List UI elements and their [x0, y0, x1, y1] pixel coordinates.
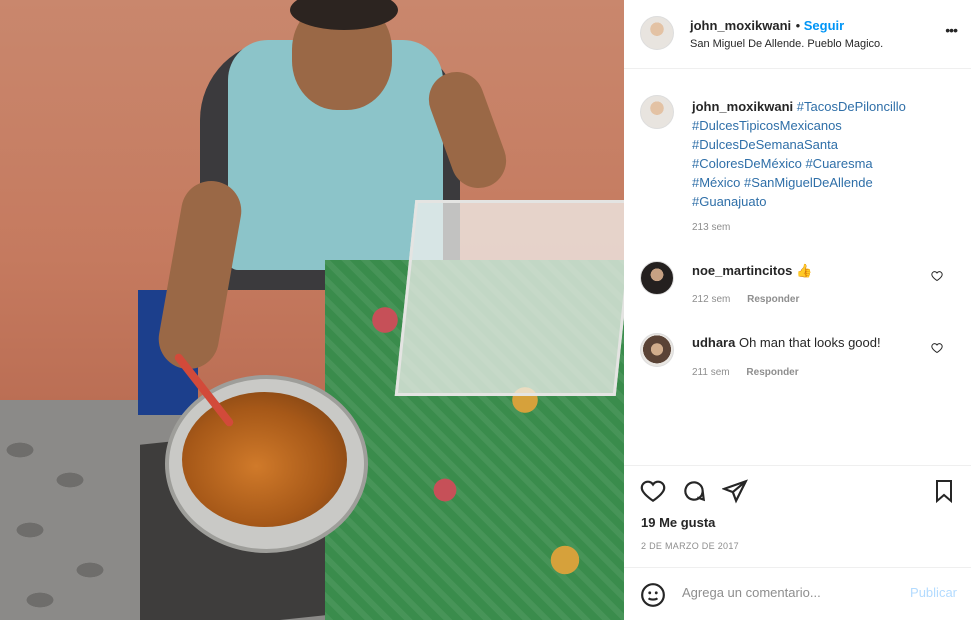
- caption-avatar[interactable]: [640, 95, 674, 129]
- hashtag[interactable]: #SanMiguelDeAllende: [744, 175, 873, 190]
- hashtag[interactable]: #DulcesDeSemanaSanta: [692, 137, 838, 152]
- hashtag[interactable]: #Cuaresma: [805, 156, 872, 171]
- post-side-panel: john_moxikwani • Seguir San Miguel De Al…: [624, 0, 971, 620]
- hashtag[interactable]: #TacosDePiloncillo: [797, 99, 906, 114]
- dot-separator: •: [795, 18, 804, 33]
- reply-button[interactable]: Responder: [747, 294, 799, 305]
- hashtag[interactable]: #DulcesTipicosMexicanos: [692, 118, 842, 133]
- commenter-username[interactable]: udhara: [692, 335, 735, 350]
- photo-plastic-box: [394, 200, 624, 396]
- bookmark-icon[interactable]: [932, 478, 956, 504]
- comment-meta: 211 sem Responder: [692, 367, 799, 378]
- heart-icon[interactable]: [640, 478, 666, 504]
- commenter-avatar[interactable]: [640, 261, 674, 295]
- emoji-icon[interactable]: [640, 582, 666, 608]
- author-line: john_moxikwani • Seguir: [690, 17, 844, 35]
- commenter-avatar[interactable]: [640, 333, 674, 367]
- add-comment-bar: Agrega un comentario... Publicar: [624, 567, 971, 621]
- reply-button[interactable]: Responder: [746, 367, 798, 378]
- publish-button[interactable]: Publicar: [910, 585, 957, 600]
- photo-syrup: [182, 392, 347, 527]
- more-options-icon[interactable]: •••: [945, 22, 958, 38]
- comment-like-heart-icon[interactable]: [931, 342, 943, 354]
- comment-text: Oh man that looks good!: [738, 335, 881, 350]
- caption-text: john_moxikwani #TacosDePiloncillo #Dulce…: [692, 97, 957, 211]
- caption-username[interactable]: john_moxikwani: [692, 99, 793, 114]
- comment-item: udhara Oh man that looks good!: [692, 335, 881, 350]
- likes-count[interactable]: 19 Me gusta: [641, 515, 715, 530]
- comment-input[interactable]: Agrega un comentario...: [682, 585, 821, 600]
- commenter-username[interactable]: noe_martincitos: [692, 263, 792, 278]
- hashtag[interactable]: #México: [692, 175, 740, 190]
- comment-item: noe_martincitos 👍: [692, 263, 812, 279]
- follow-button[interactable]: Seguir: [804, 18, 844, 33]
- comment-age[interactable]: 212 sem: [692, 294, 730, 305]
- comment-text: 👍: [796, 263, 813, 278]
- author-avatar[interactable]: [640, 16, 674, 50]
- caption-age[interactable]: 213 sem: [692, 222, 730, 233]
- hashtag[interactable]: #Guanajuato: [692, 194, 766, 209]
- comment-meta: 212 sem Responder: [692, 294, 799, 305]
- share-icon[interactable]: [722, 478, 748, 504]
- comment-age[interactable]: 211 sem: [692, 367, 730, 378]
- comment-icon[interactable]: [681, 478, 707, 504]
- comment-like-heart-icon[interactable]: [931, 270, 943, 282]
- post-header: john_moxikwani • Seguir San Miguel De Al…: [624, 0, 971, 69]
- hashtag[interactable]: #ColoresDeMéxico: [692, 156, 802, 171]
- post-location[interactable]: San Miguel De Allende. Pueblo Magico.: [690, 38, 883, 50]
- author-username[interactable]: john_moxikwani: [690, 18, 791, 33]
- post-date[interactable]: 2 DE MARZO DE 2017: [641, 541, 739, 551]
- post-photo[interactable]: [0, 0, 624, 620]
